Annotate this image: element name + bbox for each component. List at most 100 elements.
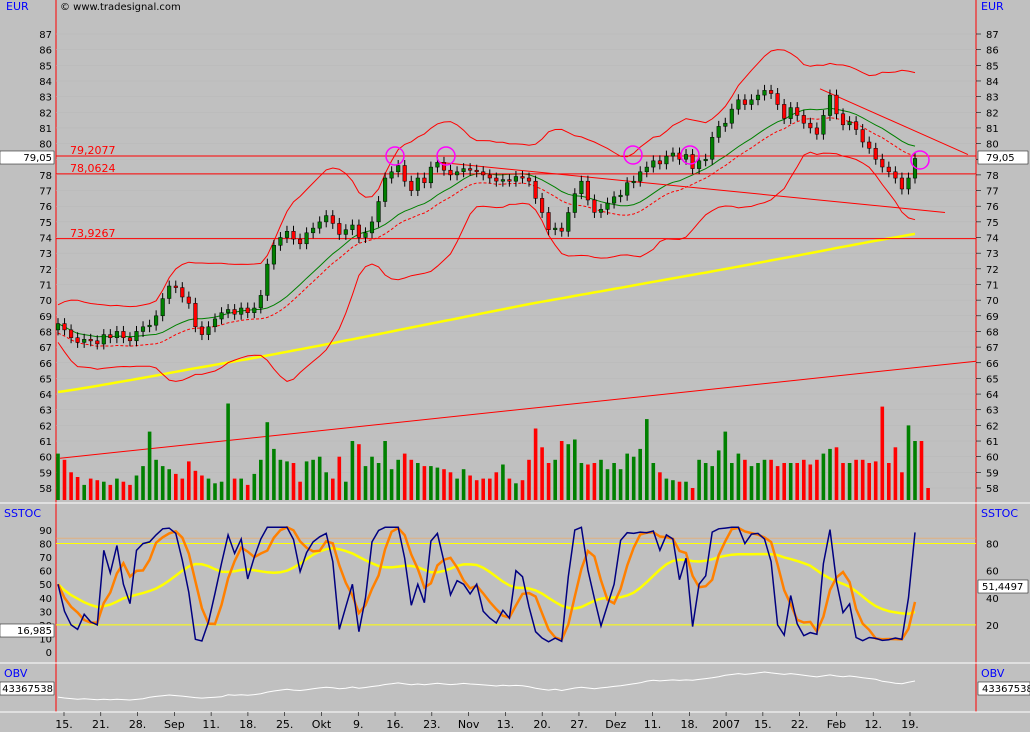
volume-bar: [507, 478, 512, 500]
date-tick-label: 13.: [497, 718, 515, 731]
volume-bar: [252, 473, 257, 500]
candle-body: [173, 285, 178, 288]
price-tick-left: 78: [39, 171, 52, 182]
candle-body: [363, 232, 368, 238]
price-tick-right: 64: [986, 390, 999, 401]
price-tick-right: 65: [986, 374, 999, 385]
candle-body: [880, 158, 885, 168]
stoch-tick-right: 80: [986, 540, 999, 551]
price-tick-left: 59: [39, 468, 52, 479]
volume-bar: [788, 463, 793, 500]
volume-bar: [599, 459, 603, 500]
candle-body: [736, 99, 741, 110]
price-tick-left: 74: [39, 234, 52, 245]
volume-bar: [586, 464, 590, 500]
candle-body: [690, 154, 695, 169]
price-tick-right: 84: [986, 77, 999, 88]
volume-bar: [573, 439, 577, 500]
candle-body: [808, 122, 813, 129]
price-tick-right: 68: [986, 327, 999, 338]
candle-body: [840, 113, 846, 126]
price-tick-left: 60: [39, 453, 52, 464]
candle-body: [716, 126, 721, 138]
candle-body: [906, 177, 911, 190]
date-tick-label: 9.: [353, 718, 364, 731]
candle-body: [657, 160, 662, 165]
candle-body: [121, 331, 126, 338]
candle-body: [520, 176, 525, 179]
price-tick-right: 67: [986, 343, 999, 354]
obv-value-right: 43367538: [982, 684, 1030, 695]
volume-bar: [409, 459, 414, 500]
volume-bar: [376, 463, 381, 500]
candle-body: [415, 177, 420, 191]
volume-bar: [95, 480, 100, 500]
date-tick-label: 18.: [239, 718, 257, 731]
price-tick-left: 71: [39, 280, 52, 291]
volume-bar: [520, 480, 525, 500]
volume-bar: [501, 464, 505, 500]
date-tick-label: 15.: [55, 718, 73, 731]
date-tick-label: 16.: [386, 718, 404, 731]
candle-body: [474, 169, 479, 173]
candle-body: [337, 223, 342, 235]
candle-body: [742, 99, 747, 105]
volume-bar: [259, 459, 263, 500]
volume-bar: [690, 488, 695, 500]
candle-body: [775, 93, 780, 105]
volume-bar: [703, 463, 708, 500]
candle-body: [507, 179, 512, 182]
volume-bar: [344, 481, 348, 500]
candle-body: [788, 107, 793, 119]
volume-bar: [121, 481, 126, 500]
stoch-tick-left: 50: [39, 580, 52, 591]
candle-body: [55, 323, 61, 331]
candle-body: [664, 155, 669, 165]
volume-bar: [723, 431, 728, 500]
candle-body: [154, 315, 159, 326]
price-tick-right: 75: [986, 218, 999, 229]
volume-bar: [213, 483, 217, 500]
volume-bar: [919, 441, 924, 500]
trading-chart: 58 58 59 59 60 60 61 61 62 62 63 63 64 64 65 65 66 66 67 67…: [0, 0, 1030, 732]
level-label-2: 78,0624: [70, 162, 116, 175]
price-tick-left: 65: [39, 374, 52, 385]
volume-bar: [232, 478, 237, 500]
date-tick-label: Nov: [458, 718, 480, 731]
volume-bar: [69, 472, 73, 500]
candle-body: [638, 171, 643, 182]
candle-body: [553, 227, 558, 230]
date-tick-label: 21.: [92, 718, 110, 731]
price-tick-left: 61: [39, 437, 52, 448]
price-tick-left: 62: [39, 421, 52, 432]
candle-body: [579, 180, 584, 194]
volume-bar: [278, 459, 283, 500]
candle-body: [206, 326, 211, 335]
last-price-label-right: 79,05: [986, 153, 1015, 164]
candle-body: [147, 324, 152, 328]
currency-label-right: EUR: [981, 0, 1004, 13]
volume-bar: [540, 447, 544, 500]
volume-bar: [559, 441, 564, 500]
volume-bar: [174, 473, 178, 500]
stoch-tick-left: 80: [39, 540, 52, 551]
candle-body: [441, 162, 447, 171]
candle-body: [226, 309, 231, 313]
date-tick-label: 20.: [533, 718, 551, 731]
candle-body: [455, 171, 460, 176]
volume-bar: [448, 472, 453, 500]
volume-bar: [625, 453, 629, 500]
candle-body: [644, 166, 649, 173]
candle-body: [291, 231, 296, 240]
volume-bar: [160, 466, 165, 500]
volume-bar: [187, 461, 191, 500]
stoch-tick-left: 30: [39, 607, 52, 618]
candle-body: [343, 229, 348, 235]
candle-body: [461, 168, 466, 172]
volume-bar: [115, 478, 119, 500]
volume-bar: [383, 441, 387, 500]
volume-bar: [272, 448, 276, 500]
stoch-label-right: SSTOC: [981, 507, 1018, 520]
stoch-tick-right: 20: [986, 621, 999, 632]
obv-value-left: 43367538: [2, 684, 53, 695]
